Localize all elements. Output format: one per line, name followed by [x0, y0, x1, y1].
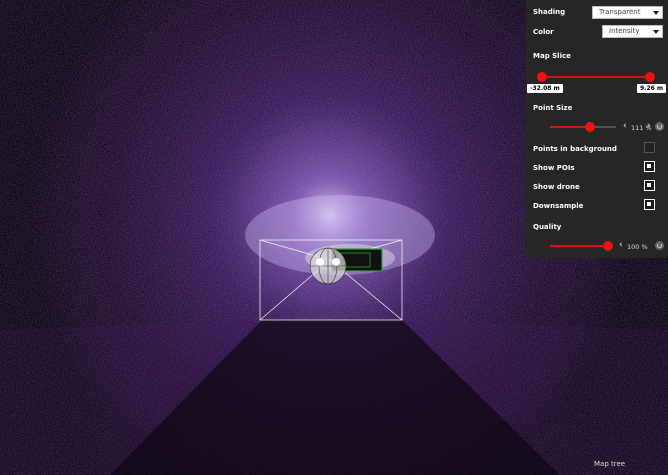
downsample-checkbox[interactable]: [644, 199, 655, 210]
color-dropdown[interactable]: Intensity: [602, 25, 663, 38]
point-size-handle[interactable]: [584, 122, 595, 132]
points-in-background-label: Points in background: [533, 145, 617, 153]
map-slice-max-value: 9.26 m: [637, 84, 667, 93]
points-in-background-checkbox[interactable]: [644, 142, 655, 153]
show-drone-label: Show drone: [533, 183, 580, 191]
show-drone-checkbox[interactable]: [644, 180, 655, 191]
point-size-fill: [550, 126, 590, 128]
downsample-label: Downsample: [533, 202, 584, 210]
reset-icon[interactable]: [655, 241, 664, 250]
settings-panel: Shading Transparent Color Intensity Map …: [526, 0, 668, 258]
show-pois-label: Show POIs: [533, 164, 575, 172]
map-slice-min-value: -32.08 m: [527, 84, 563, 93]
reset-icon[interactable]: [655, 122, 664, 131]
color-label: Color: [533, 28, 554, 36]
shading-label: Shading: [533, 8, 566, 16]
show-pois-checkbox[interactable]: [644, 161, 655, 172]
chevron-left-icon[interactable]: ‹: [623, 122, 627, 131]
map-slice-min-handle[interactable]: [537, 72, 547, 82]
point-size-label: Point Size: [533, 104, 573, 112]
map-slice-max-handle[interactable]: [645, 72, 655, 82]
quality-handle[interactable]: [603, 241, 613, 251]
map-tree-button[interactable]: Map tree: [594, 460, 625, 468]
shading-dropdown[interactable]: Transparent: [592, 6, 663, 19]
chevron-down-icon: [653, 11, 659, 15]
quality-fill: [550, 245, 608, 247]
map-slice-label: Map Slice: [533, 52, 571, 60]
shading-value: Transparent: [599, 8, 641, 16]
map-slice-slider[interactable]: [542, 76, 650, 78]
quality-value: 100 %: [627, 243, 648, 251]
chevron-down-icon: [653, 30, 659, 34]
chevron-left-icon[interactable]: ‹: [619, 241, 623, 250]
quality-label: Quality: [533, 223, 562, 231]
chevron-right-icon[interactable]: ›: [647, 122, 651, 131]
color-value: Intensity: [609, 27, 640, 35]
